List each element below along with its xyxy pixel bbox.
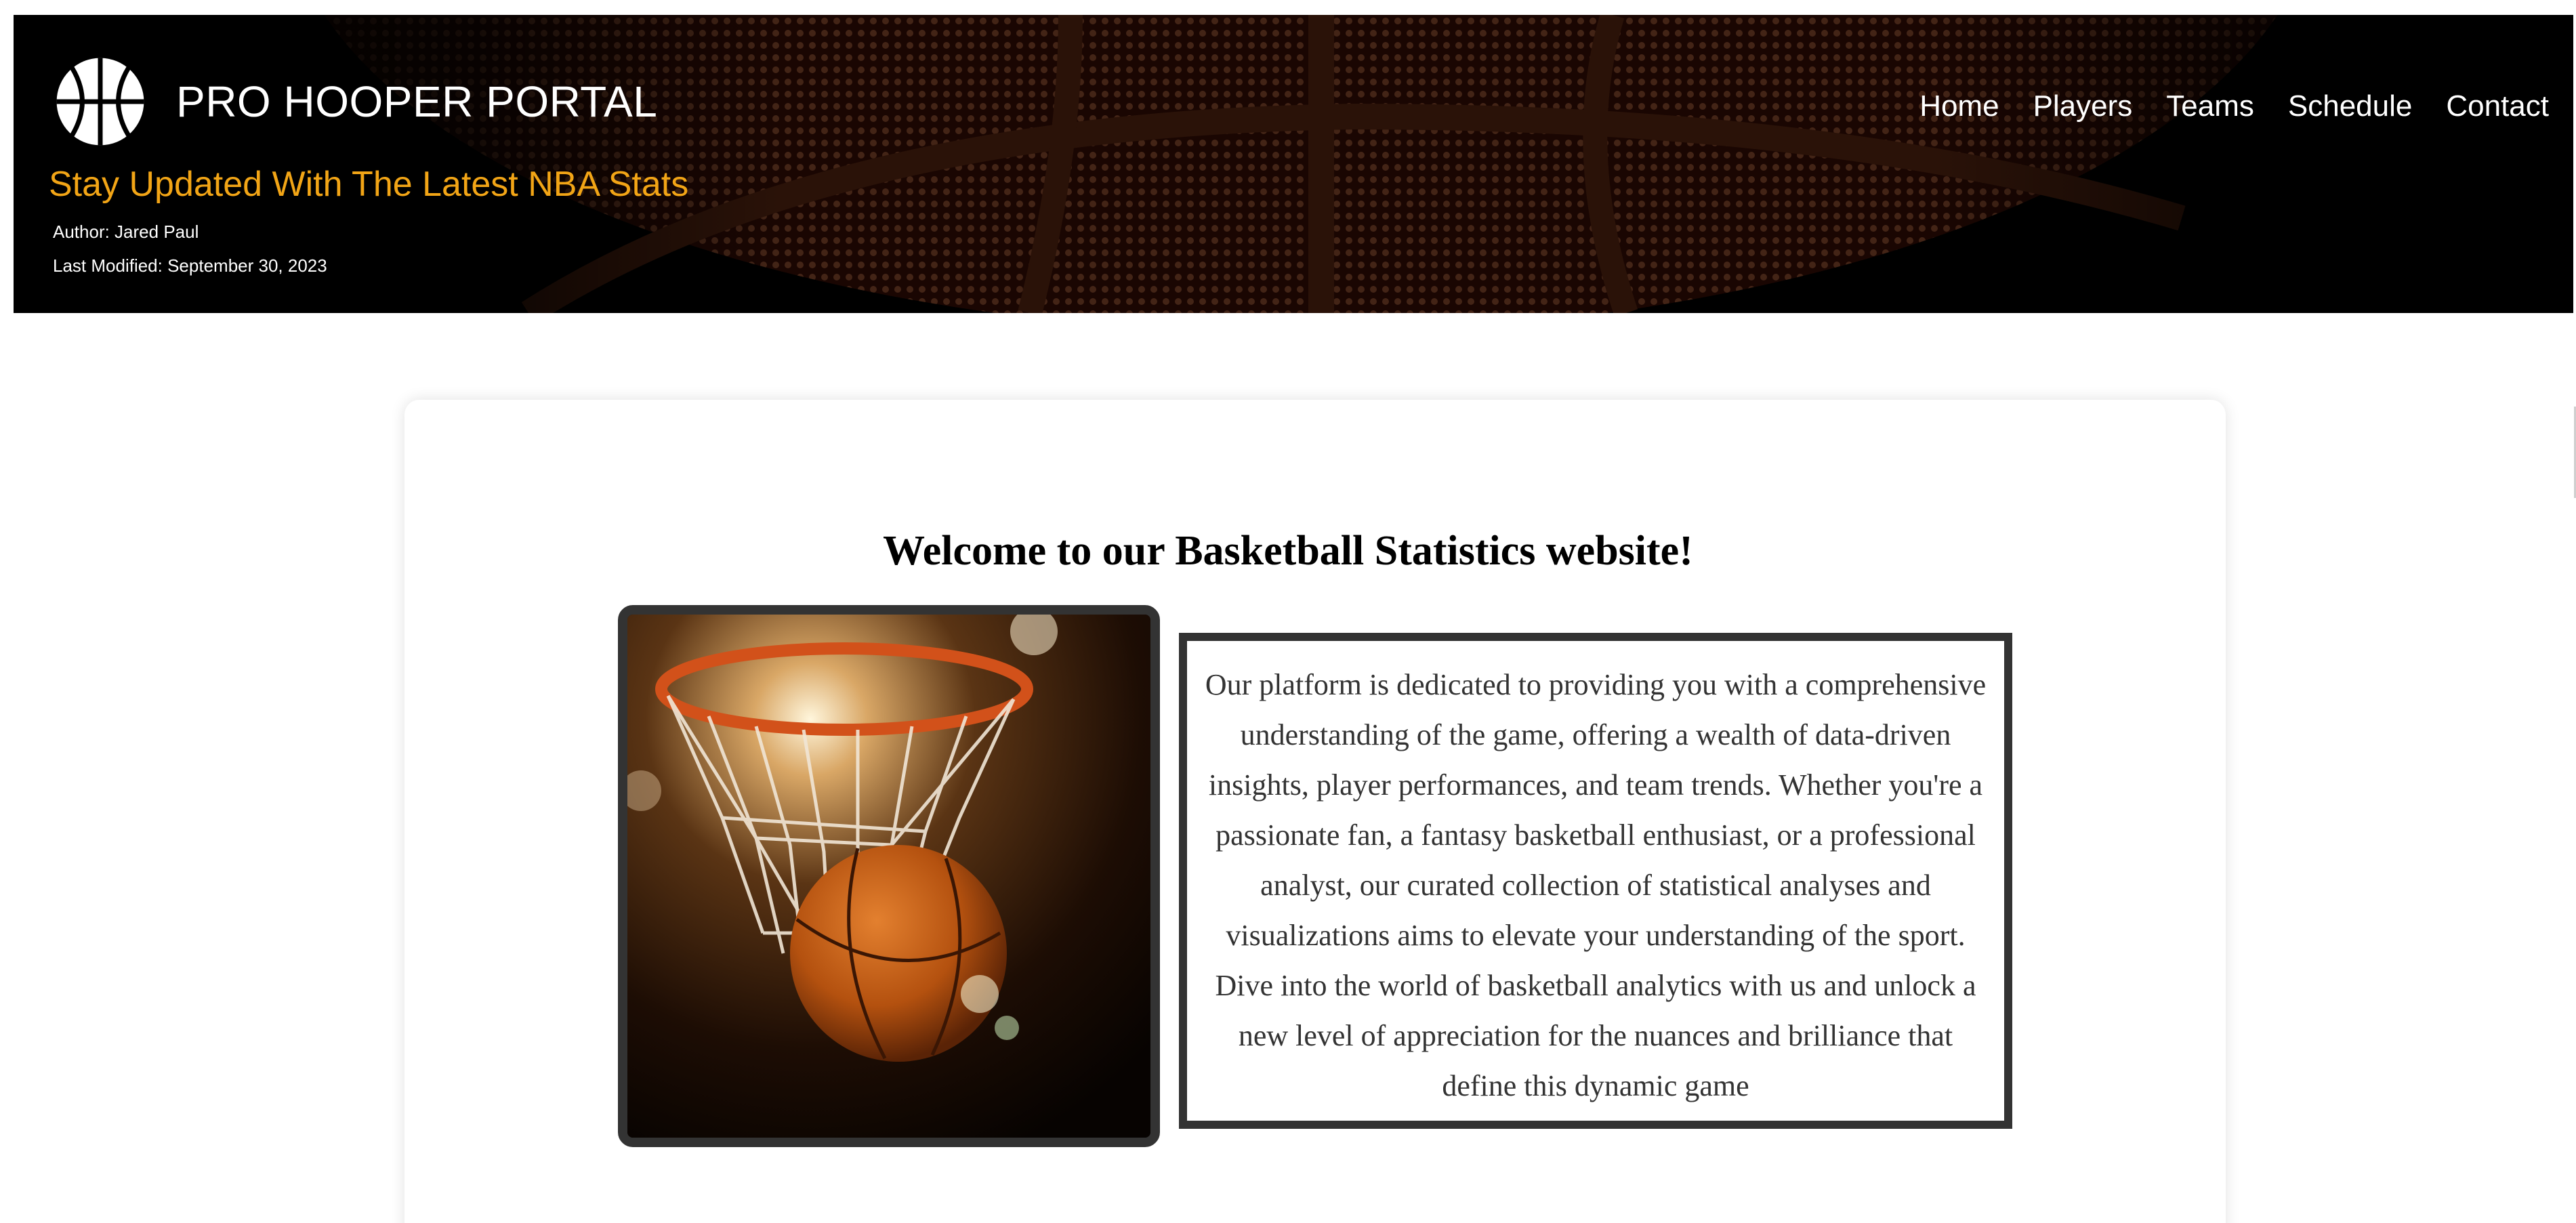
basketball-icon xyxy=(56,58,144,146)
nav-players[interactable]: Players xyxy=(2033,89,2133,123)
welcome-heading: Welcome to our Basketball Statistics web… xyxy=(883,528,1693,574)
site-title: PRO HOOPER PORTAL xyxy=(176,77,658,126)
tagline: Stay Updated With The Latest NBA Stats xyxy=(49,165,689,204)
nav-home[interactable]: Home xyxy=(1919,89,1999,123)
basketball-hoop-image xyxy=(618,605,1160,1147)
brand[interactable]: PRO HOOPER PORTAL xyxy=(53,54,657,149)
last-modified-text: Last Modified: September 30, 2023 xyxy=(53,255,327,276)
nav-contact[interactable]: Contact xyxy=(2446,89,2549,123)
hoop-illustration xyxy=(627,615,1150,1138)
author-text: Author: Jared Paul xyxy=(53,222,199,242)
main-nav: Home Players Teams Schedule Contact xyxy=(1919,89,2549,123)
nav-schedule[interactable]: Schedule xyxy=(2288,89,2412,123)
site-header: PRO HOOPER PORTAL Stay Updated With The … xyxy=(14,15,2573,313)
intro-text-box: Our platform is dedicated to providing y… xyxy=(1179,633,2012,1129)
nav-teams[interactable]: Teams xyxy=(2166,89,2254,123)
